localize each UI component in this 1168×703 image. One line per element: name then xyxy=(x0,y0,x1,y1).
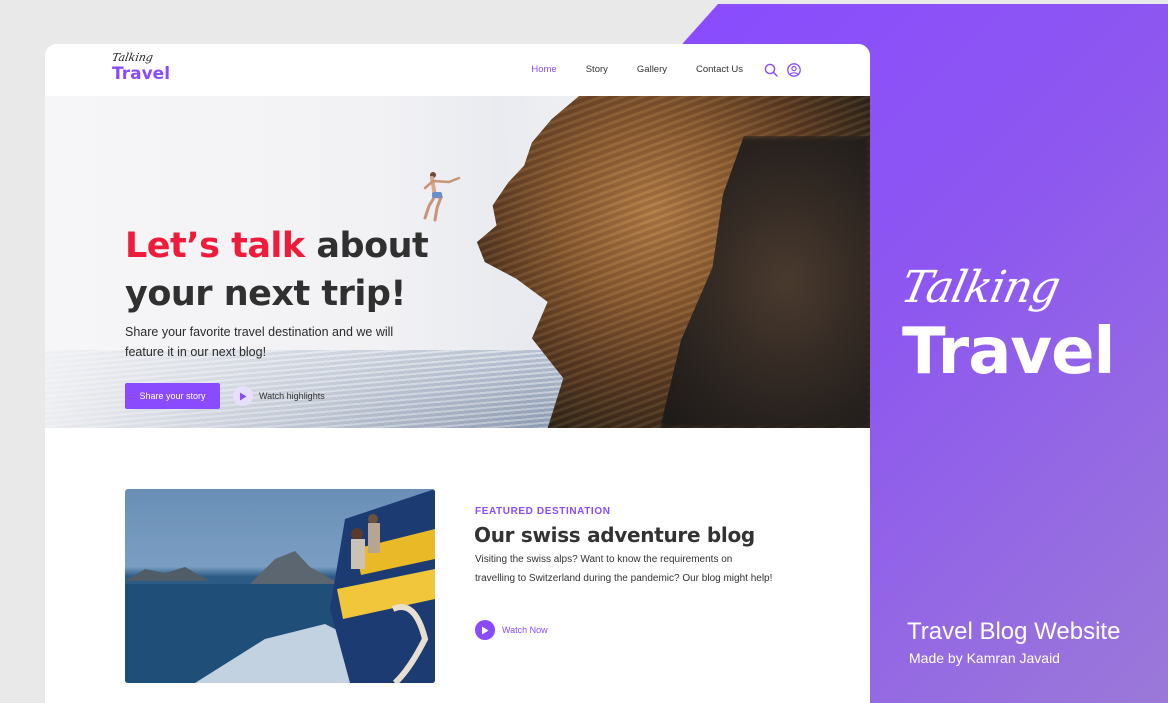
website-mockup: Talking Travel Home Story Gallery Contac… xyxy=(45,44,870,703)
site-logo[interactable]: Talking Travel xyxy=(110,51,171,84)
nav-home[interactable]: Home xyxy=(531,60,556,80)
logo-title: Travel xyxy=(112,64,171,84)
showcase-script-title: Talking xyxy=(896,262,1065,313)
play-icon xyxy=(475,620,495,640)
site-header: Talking Travel Home Story Gallery Contac… xyxy=(45,44,870,96)
featured-description: Visiting the swiss alps? Want to know th… xyxy=(475,554,773,584)
cliff-jumper-figure xyxy=(423,172,461,222)
hero-section: Let’s talk about your next trip! Share y… xyxy=(45,96,870,428)
play-icon xyxy=(233,386,253,406)
featured-title: Our swiss adventure blog xyxy=(474,523,755,547)
hero-heading-accent: Let’s talk xyxy=(125,226,305,266)
showcase-title: Travel xyxy=(902,315,1115,389)
share-your-story-button[interactable]: Share your story xyxy=(125,383,220,409)
watch-highlights-link[interactable]: Watch highlights xyxy=(233,386,325,406)
hero-heading: Let’s talk about your next trip! xyxy=(125,222,455,318)
hero-description: Share your favorite travel destination a… xyxy=(125,325,394,359)
showcase-brand: Talking Travel xyxy=(897,262,1142,389)
watch-highlights-label: Watch highlights xyxy=(259,391,325,401)
main-nav: Home Story Gallery Contact Us xyxy=(531,60,802,80)
showcase-footer-subtitle: Made by Kamran Javaid xyxy=(909,650,1060,666)
user-icon[interactable] xyxy=(786,62,802,78)
featured-label: FEATURED DESTINATION xyxy=(475,506,611,517)
watch-now-link[interactable]: Watch Now xyxy=(475,620,548,640)
search-icon[interactable] xyxy=(763,62,779,78)
nav-gallery[interactable]: Gallery xyxy=(637,60,667,80)
nav-story[interactable]: Story xyxy=(586,60,608,80)
showcase-footer-title: Travel Blog Website xyxy=(907,618,1121,645)
logo-script: Talking xyxy=(110,51,155,64)
showcase-footer: Travel Blog Website Made by Kamran Javai… xyxy=(907,617,1120,667)
nav-contact-us[interactable]: Contact Us xyxy=(696,60,743,80)
featured-boat-photo xyxy=(125,489,435,683)
watch-now-label: Watch Now xyxy=(502,625,548,635)
